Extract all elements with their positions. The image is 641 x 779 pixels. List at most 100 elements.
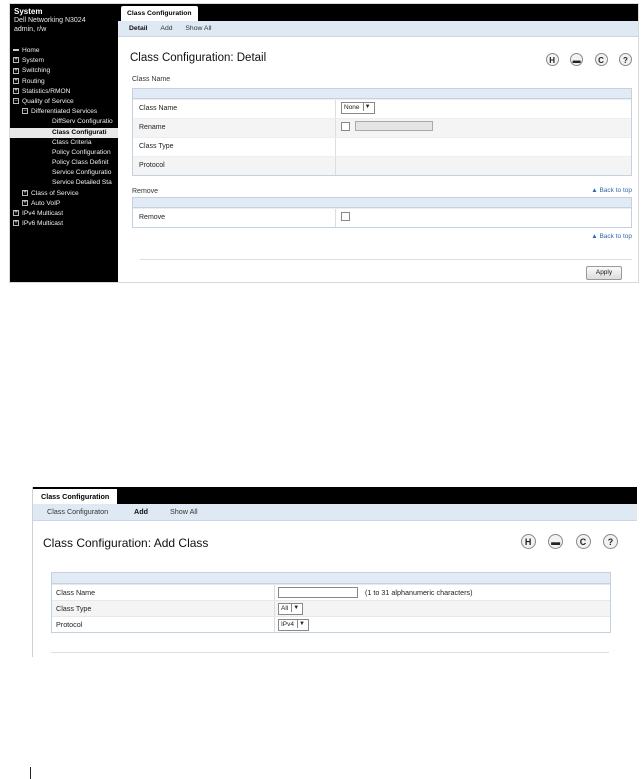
row-class-type: Class Type All ▼ bbox=[52, 600, 610, 616]
protocol-value bbox=[335, 157, 341, 175]
class-type-label: Class Type bbox=[139, 143, 174, 150]
back-to-top-link[interactable]: ▲ Back to top bbox=[591, 233, 632, 240]
subtab-detail[interactable]: Detail bbox=[129, 25, 148, 32]
sidebar-item[interactable]: + IPv4 Multicast bbox=[10, 209, 118, 219]
row-protocol: Protocol bbox=[133, 156, 631, 175]
refresh-icon[interactable]: C bbox=[594, 53, 608, 66]
sidebar-item-label: Statistics/RMON bbox=[22, 87, 71, 95]
page-edge-marker bbox=[30, 767, 31, 779]
row-class-name: Class Name None ▼ bbox=[133, 99, 631, 118]
class-name-table: Class Name None ▼ Rename Class Type Proto… bbox=[132, 88, 632, 176]
home-icon bbox=[13, 49, 19, 52]
page-title: Class Configuration: Detail bbox=[130, 52, 267, 64]
tab-class-configuration[interactable]: Class Configuration bbox=[33, 489, 118, 505]
back-to-top-link[interactable]: ▲ Back to top bbox=[591, 187, 632, 194]
protocol-label: Protocol bbox=[139, 162, 165, 169]
class-type-value bbox=[335, 138, 341, 156]
remove-label: Remove bbox=[139, 214, 166, 221]
sidebar-item-label: Policy Class Definit bbox=[52, 159, 109, 167]
subtab-show-all[interactable]: Show All bbox=[170, 504, 198, 520]
rename-checkbox[interactable] bbox=[341, 121, 350, 131]
tab-class-configuration[interactable]: Class Configuration bbox=[121, 6, 198, 22]
sub-tab-bar: Detail Add Show All bbox=[118, 21, 638, 37]
sidebar-item-label: DiffServ Configuratio bbox=[52, 118, 113, 126]
sidebar-item-label: Class of Service bbox=[31, 189, 79, 197]
save-icon[interactable]: H bbox=[520, 534, 536, 549]
apply-button[interactable]: Apply bbox=[586, 266, 622, 280]
user-info: admin, r/w bbox=[14, 26, 47, 33]
subtab-class-configuration[interactable]: Class Configuraton bbox=[47, 504, 108, 520]
nav-sidebar: System Dell Networking N3024 admin, r/w … bbox=[10, 4, 118, 282]
refresh-icon[interactable]: C bbox=[575, 534, 591, 549]
collapse-icon[interactable]: − bbox=[22, 108, 28, 115]
expand-icon[interactable]: + bbox=[13, 67, 19, 74]
sidebar-item[interactable]: + Statistics/RMON bbox=[10, 87, 118, 97]
class-type-select[interactable]: All ▼ bbox=[278, 603, 304, 616]
row-class-name: Class Name (1 to 31 alphanumeric charact… bbox=[52, 584, 610, 600]
collapse-icon[interactable]: − bbox=[13, 98, 19, 105]
rename-input[interactable] bbox=[354, 121, 433, 132]
sidebar-item[interactable]: Policy Class Definit bbox=[10, 158, 118, 168]
sidebar-item[interactable]: Home bbox=[10, 46, 118, 56]
sidebar-item-label: Quality of Service bbox=[22, 97, 74, 105]
class-type-select-value: All bbox=[281, 605, 289, 613]
sidebar-item[interactable]: + System bbox=[10, 56, 118, 66]
tab-bar: Class Configuration bbox=[118, 4, 638, 22]
nav-tree: Home + System + Switching + Routing + Statistics… bbox=[10, 46, 118, 229]
sidebar-header: System Dell Networking N3024 admin, r/w bbox=[10, 4, 118, 34]
print-icon[interactable]: ▬ bbox=[548, 534, 564, 549]
sidebar-item[interactable]: + Routing bbox=[10, 77, 118, 87]
sidebar-item[interactable]: Class Configurati bbox=[10, 127, 118, 138]
class-name-select[interactable]: None ▼ bbox=[341, 102, 375, 115]
rename-label: Rename bbox=[139, 124, 166, 131]
class-name-input[interactable] bbox=[278, 586, 358, 598]
subtab-add[interactable]: Add bbox=[160, 25, 172, 32]
sidebar-item-label: IPv4 Multicast bbox=[22, 210, 64, 217]
sidebar-item[interactable]: − Differentiated Services bbox=[10, 107, 118, 117]
sidebar-item-label: Differentiated Services bbox=[31, 108, 98, 116]
sidebar-item-label: Policy Configuration bbox=[52, 148, 111, 156]
class-config-add-screenshot: Class Configuration Class Configuraton A… bbox=[32, 487, 637, 657]
expand-icon[interactable]: + bbox=[13, 220, 19, 227]
add-class-table: Class Name (1 to 31 alphanumeric charact… bbox=[51, 572, 611, 633]
sidebar-item-label: Class Criteria bbox=[52, 138, 92, 146]
subtab-add[interactable]: Add bbox=[134, 504, 148, 520]
sidebar-item[interactable]: Service Configuratio bbox=[10, 168, 118, 178]
divider bbox=[51, 652, 609, 653]
expand-icon[interactable]: + bbox=[22, 189, 28, 196]
toolbar-icons: H ▬ C ? bbox=[539, 50, 632, 68]
subtab-show-all[interactable]: Show All bbox=[185, 25, 211, 32]
sidebar-item[interactable]: − Quality of Service bbox=[10, 97, 118, 107]
sidebar-item[interactable]: + Auto VoIP bbox=[10, 199, 118, 209]
sidebar-item-label: Switching bbox=[22, 67, 51, 75]
help-icon[interactable]: ? bbox=[603, 534, 618, 549]
sidebar-item-label: Routing bbox=[22, 77, 45, 85]
main-panel: Class Configuration Detail Add Show All … bbox=[118, 4, 638, 282]
help-icon[interactable]: ? bbox=[619, 53, 632, 66]
sidebar-item[interactable]: + Class of Service bbox=[10, 189, 118, 199]
sidebar-item[interactable]: Policy Configuration bbox=[10, 148, 118, 158]
sidebar-item-label: Home bbox=[22, 47, 40, 54]
expand-icon[interactable]: + bbox=[13, 210, 19, 217]
divider bbox=[140, 259, 632, 260]
row-class-type: Class Type bbox=[133, 137, 631, 156]
protocol-label: Protocol bbox=[56, 620, 83, 629]
chevron-down-icon: ▼ bbox=[297, 620, 306, 629]
sidebar-item[interactable]: + IPv6 Multicast bbox=[10, 219, 118, 229]
sidebar-item[interactable]: DiffServ Configuratio bbox=[10, 117, 118, 127]
sidebar-item[interactable]: Class Criteria bbox=[10, 138, 118, 148]
chevron-down-icon: ▼ bbox=[362, 103, 372, 112]
sidebar-item[interactable]: + Switching bbox=[10, 66, 118, 76]
expand-icon[interactable]: + bbox=[13, 88, 19, 94]
expand-icon[interactable]: + bbox=[22, 200, 28, 207]
expand-icon[interactable]: + bbox=[13, 57, 19, 64]
protocol-select[interactable]: IPv4 ▼ bbox=[278, 619, 310, 632]
sidebar-item[interactable]: Service Detailed Sta bbox=[10, 178, 118, 188]
remove-checkbox[interactable] bbox=[341, 211, 350, 221]
remove-section-heading: Remove bbox=[132, 188, 159, 195]
save-icon[interactable]: H bbox=[545, 53, 559, 66]
expand-icon[interactable]: + bbox=[13, 77, 19, 84]
row-protocol: Protocol IPv4 ▼ bbox=[52, 616, 610, 632]
print-icon[interactable]: ▬ bbox=[570, 53, 584, 66]
class-type-label: Class Type bbox=[56, 604, 92, 613]
